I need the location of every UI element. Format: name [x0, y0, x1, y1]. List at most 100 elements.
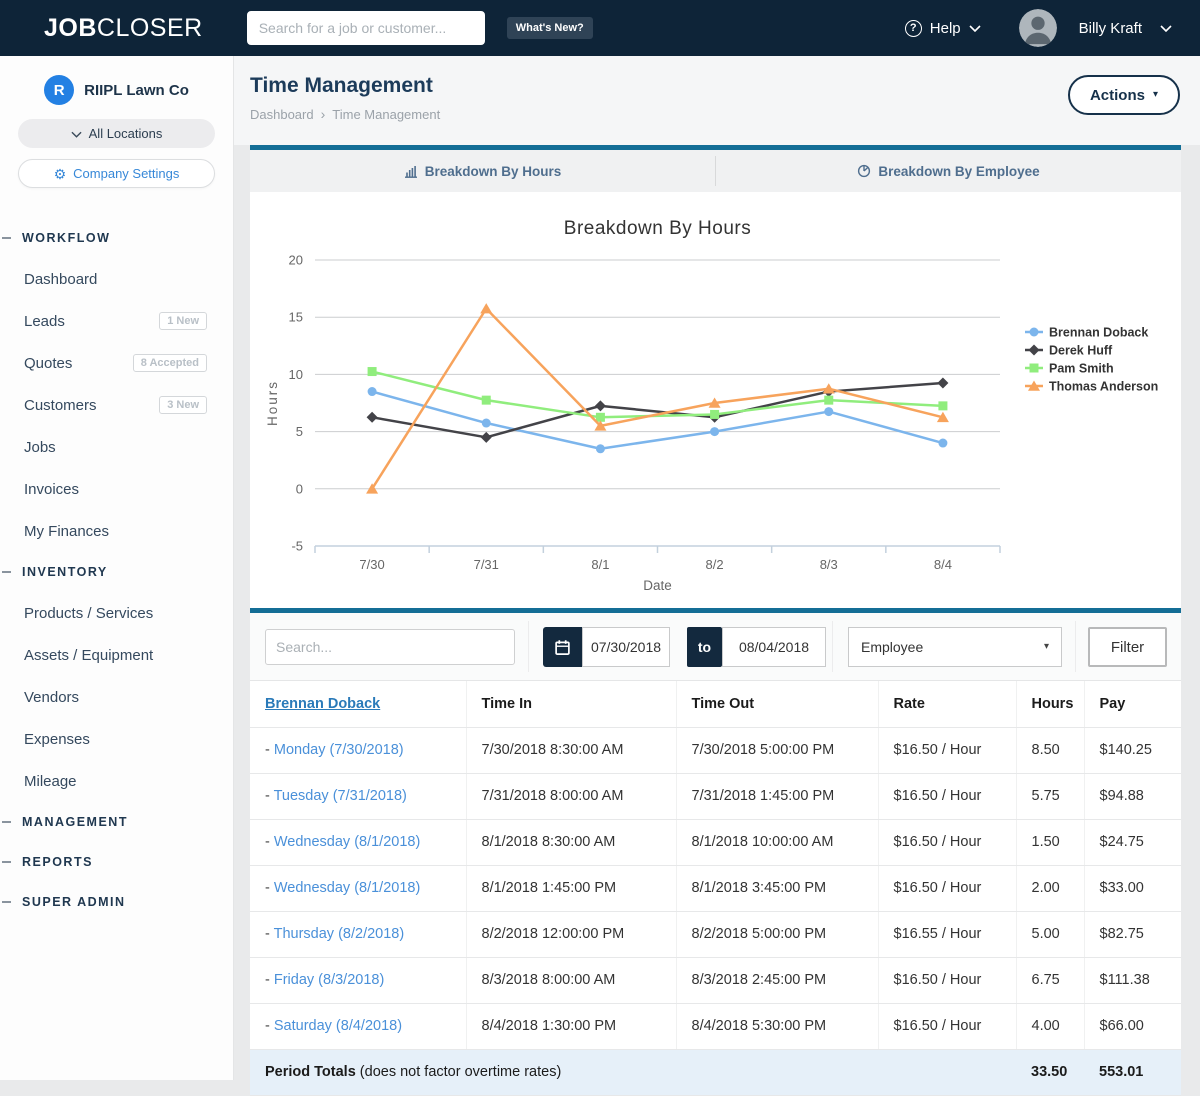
section-dash-icon: [2, 821, 11, 823]
gear-icon: ⚙: [54, 167, 67, 181]
whats-new-button[interactable]: What's New?: [507, 17, 593, 39]
day-link[interactable]: Wednesday (8/1/2018): [274, 834, 420, 850]
svg-text:15: 15: [289, 310, 303, 325]
sidebar-item-customers[interactable]: Customers3 New: [0, 384, 233, 426]
sidebar-item-invoices[interactable]: Invoices: [0, 468, 233, 510]
user-name[interactable]: Billy Kraft: [1079, 20, 1142, 37]
day-link[interactable]: Tuesday (7/31/2018): [274, 788, 407, 804]
time-entries-table: Brennan Doback Time In Time Out Rate Hou…: [250, 681, 1181, 1096]
section-dash-icon: [2, 571, 11, 573]
filter-divider: [1075, 621, 1076, 672]
svg-text:10: 10: [289, 367, 303, 382]
date-range-to-label: to: [687, 627, 722, 667]
sidebar-section-management[interactable]: MANAGEMENT: [0, 802, 233, 842]
totals-label: Period Totals: [265, 1064, 356, 1080]
legend-item-derek-huff[interactable]: Derek Huff: [1025, 344, 1113, 358]
breadcrumb-dashboard[interactable]: Dashboard: [250, 107, 314, 122]
sidebar-menu: WORKFLOWDashboardLeads1 NewQuotes8 Accep…: [0, 218, 233, 922]
totals-note: (does not factor overtime rates): [356, 1064, 562, 1080]
sidebar-item-expenses[interactable]: Expenses: [0, 718, 233, 760]
sidebar-item-products-services[interactable]: Products / Services: [0, 592, 233, 634]
sidebar-section-workflow[interactable]: WORKFLOW: [0, 218, 233, 258]
sidebar-item-my-finances[interactable]: My Finances: [0, 510, 233, 552]
calendar-icon[interactable]: [543, 627, 582, 667]
svg-text:Date: Date: [643, 578, 672, 593]
caret-down-icon: ▾: [1044, 642, 1049, 652]
day-link[interactable]: Thursday (8/2/2018): [274, 926, 405, 942]
chart-point: [938, 401, 947, 410]
chevron-down-icon: [969, 19, 981, 37]
date-from-input[interactable]: [582, 627, 670, 667]
svg-text:5: 5: [296, 424, 303, 439]
legend-item-pam-smith[interactable]: Pam Smith: [1025, 362, 1114, 376]
legend-item-brennan-doback[interactable]: Brennan Doback: [1025, 326, 1148, 340]
sidebar-section-super-admin[interactable]: SUPER ADMIN: [0, 882, 233, 922]
period-totals-row: Period Totals (does not factor overtime …: [250, 1049, 1181, 1095]
svg-text:Thomas Anderson: Thomas Anderson: [1049, 380, 1158, 394]
chart-point: [368, 387, 377, 396]
tab-breakdown-by-employee[interactable]: Breakdown By Employee: [716, 150, 1181, 192]
locations-dropdown[interactable]: All Locations: [18, 119, 215, 148]
chevron-down-icon: [71, 126, 82, 141]
count-badge: 8 Accepted: [133, 354, 207, 372]
table-row: - Saturday (8/4/2018)8/4/2018 1:30:00 PM…: [250, 1003, 1181, 1049]
filter-button[interactable]: Filter: [1088, 627, 1167, 667]
table-row: - Friday (8/3/2018)8/3/2018 8:00:00 AM8/…: [250, 957, 1181, 1003]
legend-item-thomas-anderson[interactable]: Thomas Anderson: [1025, 380, 1158, 394]
tab-breakdown-by-hours[interactable]: Breakdown By Hours: [250, 150, 715, 192]
sidebar-item-assets-equipment[interactable]: Assets / Equipment: [0, 634, 233, 676]
svg-text:8/3: 8/3: [820, 557, 838, 572]
employee-name-link[interactable]: Brennan Doback: [265, 696, 380, 712]
day-link[interactable]: Monday (7/30/2018): [274, 742, 404, 758]
sidebar-section-reports[interactable]: REPORTS: [0, 842, 233, 882]
time-entries-body: - Monday (7/30/2018)7/30/2018 8:30:00 AM…: [250, 727, 1181, 1049]
chart-point: [367, 412, 378, 423]
global-search-input[interactable]: [247, 11, 485, 45]
chart-point: [481, 432, 492, 443]
svg-text:-5: -5: [291, 539, 303, 554]
sidebar-item-dashboard[interactable]: Dashboard: [0, 258, 233, 300]
chart-point: [368, 367, 377, 376]
sidebar-item-leads[interactable]: Leads1 New: [0, 300, 233, 342]
chart-point: [482, 396, 491, 405]
group-by-select[interactable]: Employee ▾: [848, 627, 1062, 667]
col-header-hours: Hours: [1016, 681, 1084, 727]
day-link[interactable]: Wednesday (8/1/2018): [274, 880, 420, 896]
sidebar-item-vendors[interactable]: Vendors: [0, 676, 233, 718]
filter-bar: to Employee ▾ Filter: [250, 608, 1181, 681]
table-search-input[interactable]: [265, 629, 515, 665]
chart-series-derek-huff: [372, 383, 943, 437]
breakdown-tabs: Breakdown By Hours Breakdown By Employee: [250, 145, 1181, 192]
col-header-pay: Pay: [1084, 681, 1181, 727]
table-row: - Wednesday (8/1/2018)8/1/2018 8:30:00 A…: [250, 819, 1181, 865]
sidebar-item-jobs[interactable]: Jobs: [0, 426, 233, 468]
bar-chart-icon: [404, 164, 418, 178]
day-link[interactable]: Friday (8/3/2018): [274, 972, 384, 988]
actions-button[interactable]: Actions ▾: [1068, 75, 1180, 115]
day-link[interactable]: Saturday (8/4/2018): [274, 1018, 402, 1034]
help-icon: ?: [905, 20, 922, 37]
breadcrumb-current: Time Management: [332, 107, 440, 122]
breadcrumb: Dashboard › Time Management: [250, 106, 1181, 122]
table-row: - Tuesday (7/31/2018)7/31/2018 8:00:00 A…: [250, 773, 1181, 819]
date-to-input[interactable]: [722, 627, 826, 667]
chevron-down-icon[interactable]: [1160, 19, 1172, 37]
sidebar-item-mileage[interactable]: Mileage: [0, 760, 233, 802]
chart-point: [824, 396, 833, 405]
hours-chart: 20151050-57/307/318/18/28/38/4DateHoursB…: [250, 192, 1181, 608]
count-badge: 3 New: [159, 396, 207, 414]
company-settings-button[interactable]: ⚙ Company Settings: [18, 159, 215, 188]
chart-point: [938, 439, 947, 448]
svg-text:7/31: 7/31: [474, 557, 499, 572]
pie-chart-icon: [857, 164, 871, 178]
table-row: - Thursday (8/2/2018)8/2/2018 12:00:00 P…: [250, 911, 1181, 957]
company-logo-badge: R: [44, 75, 74, 105]
sidebar-item-quotes[interactable]: Quotes8 Accepted: [0, 342, 233, 384]
table-row: - Monday (7/30/2018)7/30/2018 8:30:00 AM…: [250, 727, 1181, 773]
help-menu[interactable]: ? Help: [905, 19, 981, 37]
app-logo[interactable]: JOBCLOSER: [44, 14, 203, 43]
user-avatar[interactable]: [1019, 9, 1057, 47]
breadcrumb-separator-icon: ›: [321, 106, 326, 122]
count-badge: 1 New: [159, 312, 207, 330]
sidebar-section-inventory[interactable]: INVENTORY: [0, 552, 233, 592]
